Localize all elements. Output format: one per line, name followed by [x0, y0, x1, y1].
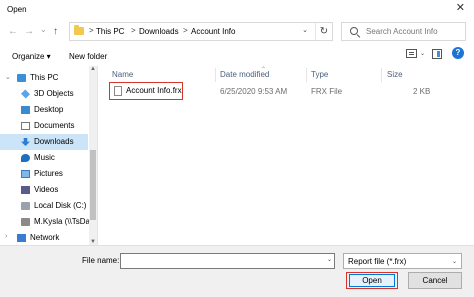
sidebar-item-3d-objects[interactable]: 3D Objects — [0, 86, 88, 102]
file-type-value: Report file (*.frx) — [348, 257, 407, 266]
sidebar-item-music[interactable]: Music — [0, 150, 88, 166]
organize-button[interactable]: Organize ▾ — [12, 52, 51, 61]
recent-locations-chevron-icon[interactable]: ⌄ — [40, 24, 47, 36]
file-type-select[interactable]: Report file (*.frx) ⌄ — [343, 253, 462, 269]
back-arrow-icon[interactable]: ← — [8, 26, 18, 38]
sidebar-item-pictures[interactable]: Pictures — [0, 166, 88, 182]
file-name-input[interactable] — [120, 253, 335, 269]
close-icon[interactable]: ✕ — [456, 3, 465, 14]
file-name-dropdown-icon[interactable]: ⌄ — [327, 256, 332, 263]
file-name-label: File name: — [82, 256, 120, 265]
open-button[interactable]: Open — [346, 272, 398, 289]
sidebar-item-label: Videos — [34, 185, 59, 194]
column-divider[interactable] — [306, 68, 307, 82]
address-dropdown-icon[interactable]: ⌄ — [302, 26, 308, 34]
cancel-button[interactable]: Cancel — [408, 272, 462, 289]
navigation-pane[interactable]: ⌄ This PC 3D Objects Desktop Documents D… — [0, 66, 97, 245]
change-view-button[interactable] — [406, 48, 420, 60]
sidebar-item-label: Downloads — [34, 137, 74, 146]
music-icon — [21, 154, 30, 162]
sidebar-item-label: Documents — [34, 121, 75, 130]
file-date: 6/25/2020 9:53 AM — [220, 87, 288, 96]
chevron-down-icon: ⌄ — [451, 259, 457, 265]
column-header-name[interactable]: Name — [112, 70, 133, 79]
sidebar-item-desktop[interactable]: Desktop — [0, 102, 88, 118]
breadcrumb-separator: > — [131, 26, 136, 35]
file-item-account-info[interactable]: Account Info.frx — [109, 82, 183, 100]
chevron-right-icon[interactable]: › — [5, 233, 7, 240]
sidebar-item-label: Local Disk (C:) — [34, 201, 87, 210]
file-size: 2 KB — [413, 87, 431, 96]
title-bar: Open ✕ — [0, 0, 474, 20]
3d-objects-icon — [20, 89, 31, 99]
breadcrumb-account-info[interactable]: Account Info — [191, 27, 235, 36]
breadcrumb-this-pc[interactable]: This PC — [96, 27, 124, 36]
column-header-type[interactable]: Type — [311, 70, 328, 79]
network-drive-icon — [21, 218, 30, 226]
details-view-icon — [406, 49, 417, 58]
sidebar-item-videos[interactable]: Videos — [0, 182, 88, 198]
scroll-up-icon[interactable]: ▲ — [90, 66, 96, 72]
folder-icon — [74, 25, 84, 35]
sidebar-item-network[interactable]: › Network — [0, 230, 88, 246]
sidebar-item-label: Network — [30, 233, 60, 242]
help-icon[interactable]: ? — [452, 47, 464, 59]
sidebar-item-documents[interactable]: Documents — [0, 118, 88, 134]
preview-pane-icon[interactable] — [432, 49, 442, 59]
breadcrumb-separator: > — [183, 26, 188, 35]
column-divider[interactable] — [215, 68, 216, 82]
sidebar-item-label: This PC — [30, 73, 59, 82]
sidebar-scrollbar[interactable]: ▲ ▼ — [89, 66, 97, 245]
sidebar-item-label: 3D Objects — [34, 89, 74, 98]
new-folder-button[interactable]: New folder — [69, 52, 107, 61]
pc-icon — [17, 74, 26, 82]
search-input[interactable]: Search Account Info — [341, 22, 466, 41]
search-icon — [350, 27, 358, 35]
up-arrow-icon[interactable]: ↑ — [53, 26, 58, 38]
desktop-icon — [21, 106, 30, 114]
scrollbar-thumb[interactable] — [90, 150, 96, 220]
breadcrumb-downloads[interactable]: Downloads — [139, 27, 179, 36]
sidebar-item-this-pc[interactable]: ⌄ This PC — [0, 70, 88, 86]
sidebar-item-downloads[interactable]: Downloads — [0, 134, 88, 150]
sidebar-item-label: M.Kysla (\\TsDat — [34, 217, 93, 226]
file-icon — [114, 86, 122, 96]
file-type: FRX File — [311, 87, 343, 96]
network-icon — [17, 234, 26, 242]
sidebar-item-network-drive[interactable]: M.Kysla (\\TsDat — [0, 214, 92, 230]
column-divider[interactable] — [381, 68, 382, 82]
sidebar-item-local-disk[interactable]: Local Disk (C:) — [0, 198, 88, 214]
chevron-down-icon[interactable]: ⌄ — [5, 73, 11, 81]
documents-icon — [21, 122, 30, 130]
address-bar[interactable]: > This PC > Downloads > Account Info ⌄ ↻ — [69, 22, 333, 41]
breadcrumb-separator: > — [89, 26, 94, 35]
refresh-icon[interactable]: ↻ — [315, 23, 332, 40]
videos-icon — [21, 186, 30, 194]
disk-icon — [21, 202, 30, 210]
column-header-date[interactable]: Date modified — [220, 70, 269, 79]
file-name: Account Info.frx — [126, 86, 182, 95]
open-button-label: Open — [349, 274, 395, 287]
view-options-chevron-icon[interactable]: ⌄ — [420, 50, 425, 57]
window-title: Open — [7, 5, 27, 14]
sidebar-item-label: Music — [34, 153, 55, 162]
pictures-icon — [21, 170, 30, 178]
column-header-size[interactable]: Size — [387, 70, 403, 79]
forward-arrow-icon[interactable]: → — [24, 26, 34, 38]
sidebar-item-label: Pictures — [34, 169, 63, 178]
search-placeholder: Search Account Info — [366, 27, 438, 36]
sidebar-item-label: Desktop — [34, 105, 64, 114]
downloads-icon — [21, 138, 30, 146]
